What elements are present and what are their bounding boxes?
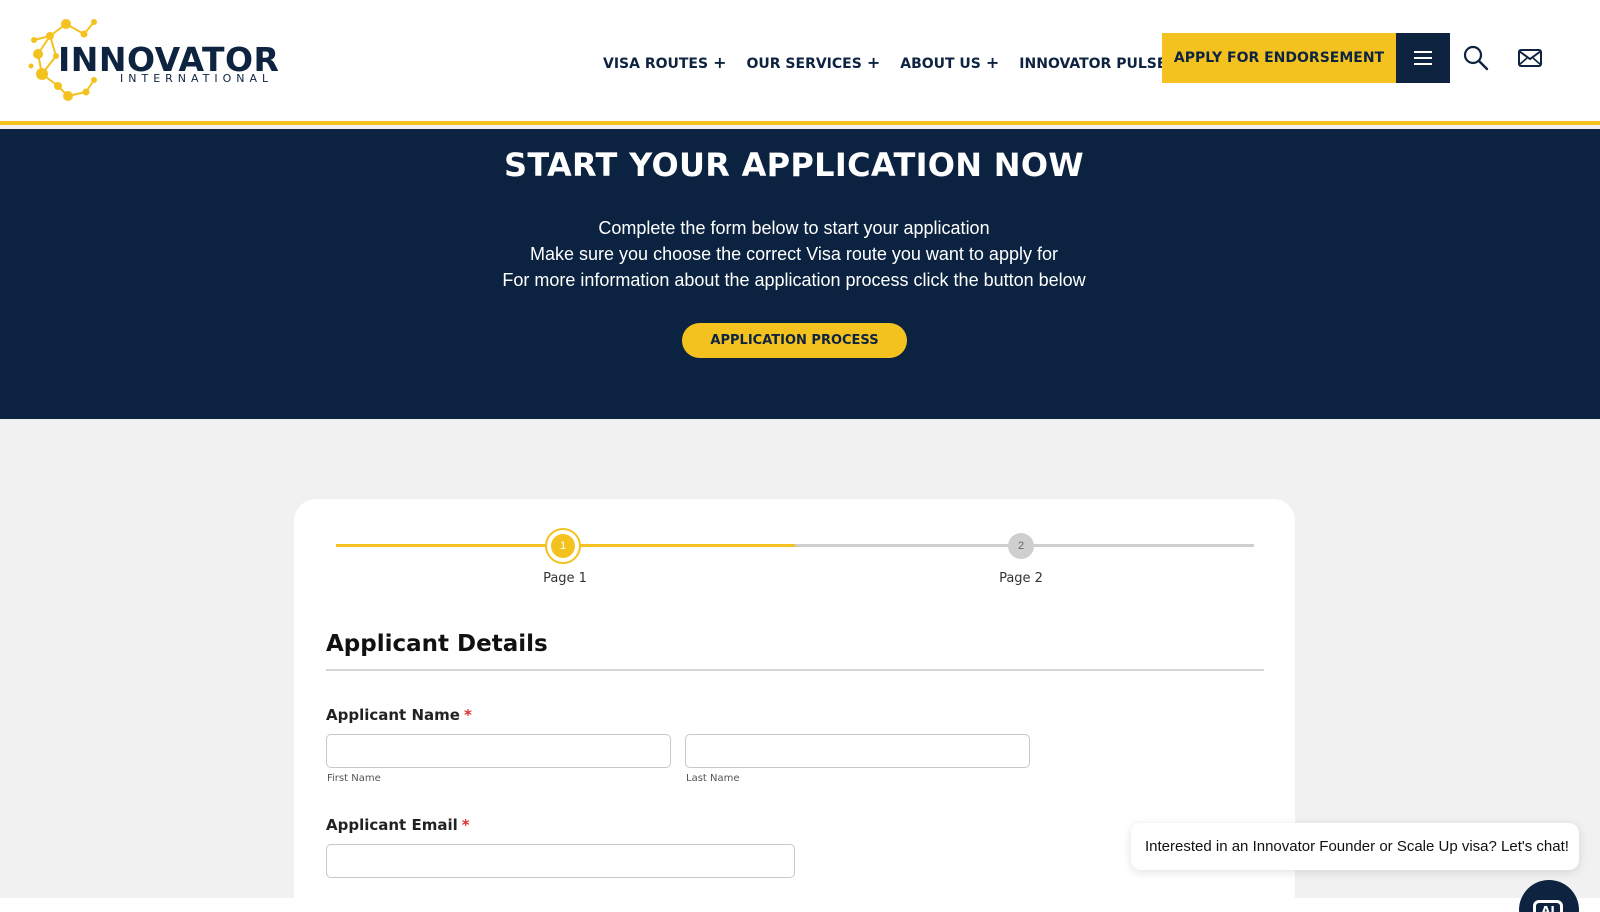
contact-mail-button[interactable] (1517, 46, 1543, 70)
brand-logo[interactable]: INNOVATOR INTERNATIONAL (28, 14, 279, 102)
chat-icon: AI (1533, 900, 1563, 912)
step-2-indicator[interactable]: 2 (1008, 533, 1034, 559)
nav-item-label: INNOVATOR PULSE (1019, 55, 1167, 72)
page-footer-edge (0, 898, 1600, 912)
last-name-sublabel: Last Name (686, 773, 740, 784)
main-nav: VISA ROUTES + OUR SERVICES + ABOUT US + INN… (603, 50, 1185, 74)
section-title: Applicant Details (326, 631, 548, 657)
nav-item-label: ABOUT US (900, 55, 981, 72)
applicant-email-label: Applicant Email * (326, 816, 470, 834)
step-1-indicator[interactable]: 1 (545, 528, 581, 564)
hero-title: START YOUR APPLICATION NOW (503, 146, 1084, 184)
hero-line: Make sure you choose the correct Visa ro… (530, 244, 1058, 264)
hero-line: For more information about the applicati… (502, 270, 1086, 290)
brand-subtitle: INTERNATIONAL (120, 72, 274, 85)
first-name-input[interactable] (326, 734, 671, 768)
plus-icon: + (713, 52, 727, 72)
plus-icon: + (985, 52, 1000, 72)
required-asterisk: * (461, 816, 470, 834)
search-icon (1463, 45, 1489, 71)
apply-for-endorsement-button[interactable]: APPLY FOR ENDORSEMENT (1162, 33, 1396, 83)
section-divider (326, 669, 1264, 671)
hero-banner: START YOUR APPLICATION NOW Complete the … (0, 129, 1600, 419)
mail-icon (1518, 49, 1542, 67)
site-header: INNOVATOR INTERNATIONAL VISA ROUTES + OUR… (0, 0, 1600, 125)
applicant-name-label: Applicant Name * (326, 706, 472, 724)
step-1-label: Page 1 (543, 571, 587, 586)
field-label-text: Applicant Email (326, 816, 458, 834)
menu-button[interactable] (1396, 33, 1450, 83)
step-1-number: 1 (551, 534, 575, 558)
nav-item-visa-routes[interactable]: VISA ROUTES + (603, 53, 727, 72)
nav-item-innovator-pulse[interactable]: INNOVATOR PULSE+ (1019, 53, 1185, 72)
hamburger-menu-icon (1414, 51, 1432, 65)
last-name-input[interactable] (685, 734, 1030, 768)
chat-launcher-button[interactable]: AI (1519, 880, 1579, 912)
nav-item-label: VISA ROUTES (603, 55, 709, 72)
nav-item-our-services[interactable]: OUR SERVICES + (747, 53, 881, 72)
first-name-sublabel: First Name (327, 773, 381, 784)
email-input[interactable] (326, 844, 795, 878)
field-label-text: Applicant Name (326, 706, 460, 724)
step-2-label: Page 2 (999, 571, 1043, 586)
nav-item-about-us[interactable]: ABOUT US + (900, 53, 999, 72)
search-button[interactable] (1462, 44, 1490, 72)
hero-line: Complete the form below to start your ap… (598, 218, 990, 238)
chat-prompt-bubble[interactable]: Interested in an Innovator Founder or Sc… (1131, 823, 1579, 870)
application-process-button[interactable]: APPLICATION PROCESS (682, 323, 907, 358)
plus-icon: + (866, 52, 881, 72)
required-asterisk: * (463, 706, 472, 724)
hero-description: Complete the form below to start your ap… (0, 215, 1588, 293)
nav-item-label: OUR SERVICES (746, 55, 862, 72)
